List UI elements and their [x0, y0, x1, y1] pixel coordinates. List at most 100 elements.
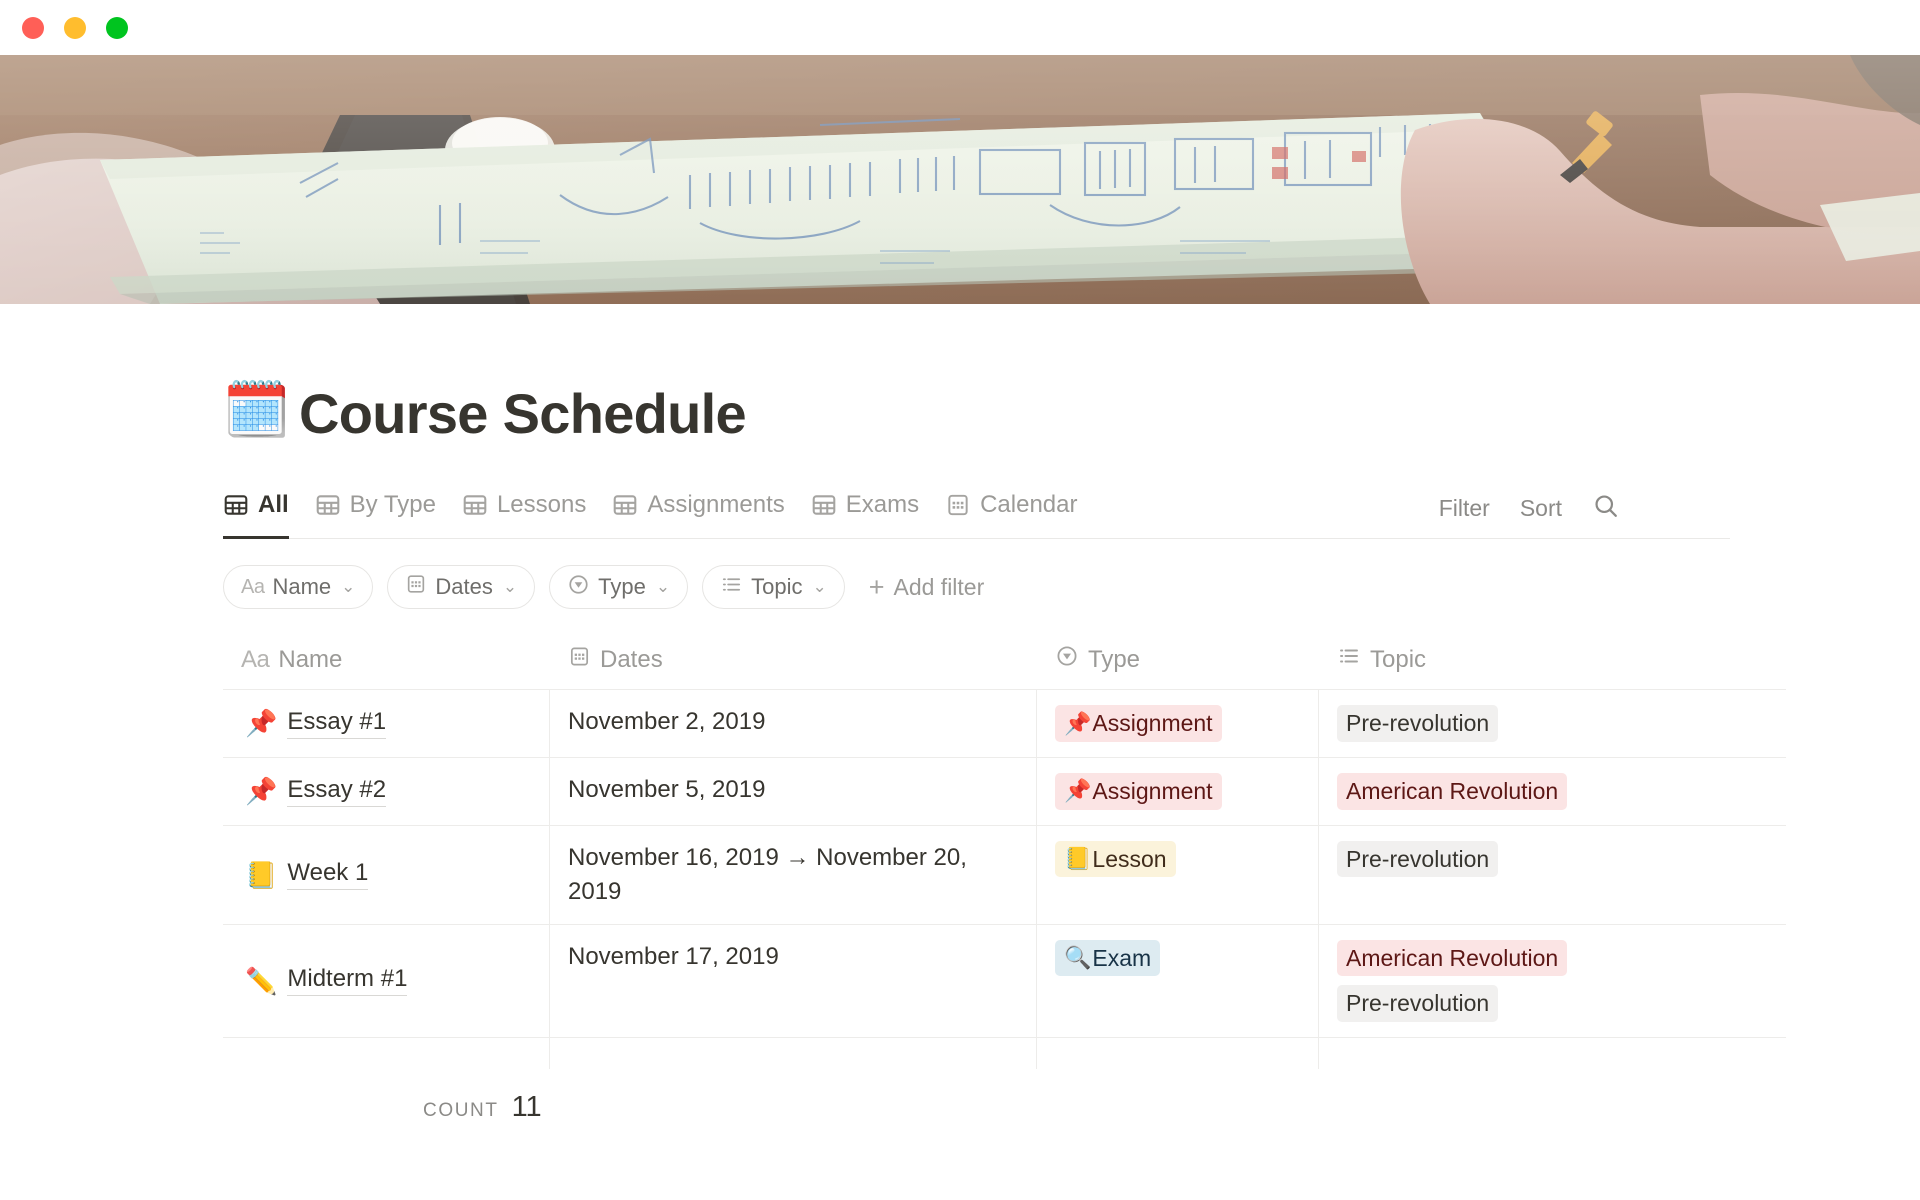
row-title-link[interactable]: Midterm #1: [287, 965, 408, 997]
cover-illustration: [0, 55, 1920, 304]
table-row[interactable]: 📌 Essay #1 November 2, 2019 📌 Assignment…: [223, 689, 1786, 757]
filter-chip-label: Type: [598, 574, 646, 599]
topic-tag: Pre-revolution: [1337, 840, 1499, 878]
tab-label: Lessons: [496, 490, 587, 518]
pushpin-emoji: 📌: [245, 708, 278, 739]
notebook-emoji: 📒: [1064, 846, 1092, 872]
spiral-calendar-emoji: 🗓️: [223, 380, 291, 440]
tab-assignments[interactable]: Assignments: [599, 483, 797, 538]
cell-type[interactable]: 📒 Lesson: [1037, 825, 1319, 924]
add-filter-label: Add filter: [893, 573, 985, 600]
type-tag: 📌 Assignment: [1055, 705, 1222, 742]
filter-chips: Aa Name ⌄ Dates ⌄ Type ⌄ Topic ⌄ + Add f…: [223, 565, 1730, 609]
date-value: November 17, 2019: [568, 942, 779, 970]
type-tag-label: Assignment: [1092, 710, 1213, 736]
cell-dates[interactable]: November 16, 2019 → November 20, 2019: [550, 825, 1037, 924]
page-body: 🗓️ Course Schedule All By Type Lessons A…: [0, 304, 1920, 1125]
row-title-link[interactable]: Essay #1: [287, 708, 387, 739]
topic-tag: Pre-revolution: [1337, 705, 1499, 742]
cell-topic[interactable]: Pre-revolution: [1319, 826, 1786, 924]
type-tag: 🔍 Exam: [1055, 939, 1161, 977]
close-window-button[interactable]: [22, 16, 44, 39]
table-icon: [315, 492, 341, 518]
cell-name[interactable]: 📌 Essay #2: [223, 757, 550, 825]
tab-all[interactable]: All: [223, 483, 302, 539]
calendar-icon: [405, 573, 427, 601]
cell-topic[interactable]: American Revolution Pre-revolution: [1319, 925, 1786, 1038]
filter-chip-label: Topic: [751, 574, 803, 599]
filter-chip-name[interactable]: Aa Name ⌄: [223, 565, 374, 609]
tab-label: Assignments: [647, 490, 785, 518]
database-table: Aa Name Dates Type Topic 📌 Essay #1 Nove…: [223, 636, 1786, 1070]
row-title-link[interactable]: Week 1: [287, 859, 369, 891]
traffic-lights: [22, 16, 128, 39]
cell-name[interactable]: 📌 Essay #1: [223, 690, 550, 757]
plus-icon: +: [868, 571, 885, 602]
type-tag-label: Exam: [1092, 944, 1152, 971]
cell-name[interactable]: ✏️ Midterm #1: [223, 924, 550, 1038]
page-header: 🗓️ Course Schedule: [223, 304, 1730, 445]
pushpin-emoji: 📌: [1064, 710, 1092, 736]
cell-type[interactable]: [1037, 1038, 1319, 1070]
row-title-link[interactable]: Essay #2: [287, 776, 387, 807]
column-header-label: Topic: [1370, 645, 1427, 673]
cell-type[interactable]: 🔍 Exam: [1037, 924, 1319, 1038]
tab-calendar[interactable]: Calendar: [932, 483, 1090, 538]
filter-chip-label: Name: [272, 574, 332, 599]
tab-label: Exams: [845, 490, 920, 518]
aa-text-icon: Aa: [241, 645, 270, 673]
cell-topic[interactable]: American Revolution: [1319, 758, 1786, 825]
view-tabs: All By Type Lessons Assignments Exams Ca…: [223, 483, 1091, 539]
column-header-type[interactable]: Type: [1037, 636, 1319, 689]
topic-tag: American Revolution: [1337, 772, 1568, 810]
magnifier-emoji: 🔍: [1064, 945, 1092, 971]
table-row[interactable]: ✏️ Midterm #1 November 17, 2019 🔍 Exam A…: [223, 923, 1786, 1038]
filter-chip-topic[interactable]: Topic ⌄: [702, 565, 845, 609]
topic-tag: Pre-revolution: [1337, 985, 1499, 1023]
column-header-label: Name: [278, 645, 343, 673]
column-header-topic[interactable]: Topic: [1319, 636, 1786, 689]
table-header-row: Aa Name Dates Type Topic: [223, 636, 1786, 689]
cell-dates[interactable]: November 2, 2019: [550, 690, 1037, 757]
minimize-window-button[interactable]: [64, 16, 86, 39]
type-tag-label: Lesson: [1092, 845, 1167, 872]
sort-button[interactable]: Sort: [1520, 495, 1562, 522]
add-filter-button[interactable]: + Add filter: [868, 571, 985, 602]
date-value: November 2, 2019: [568, 708, 766, 735]
column-header-dates[interactable]: Dates: [550, 636, 1037, 689]
table-icon: [462, 492, 488, 518]
table-row[interactable]: 📌 Essay #2 November 5, 2019 📌 Assignment…: [223, 756, 1786, 825]
chevron-down-icon: ⌄: [502, 577, 518, 596]
cell-topic[interactable]: [1319, 1038, 1786, 1069]
date-value: November 5, 2019: [568, 775, 766, 803]
cell-name[interactable]: 📒 Week 1: [223, 825, 550, 924]
cell-dates[interactable]: [550, 1038, 1037, 1070]
filter-button[interactable]: Filter: [1439, 495, 1490, 522]
multiselect-icon: [1337, 644, 1361, 675]
table-row[interactable]: 📒 Week 1 November 16, 2019 → November 20…: [223, 824, 1786, 924]
window-titlebar: [0, 0, 1920, 55]
cell-type[interactable]: 📌 Assignment: [1037, 690, 1319, 757]
tab-by-type[interactable]: By Type: [302, 483, 449, 538]
tab-lessons[interactable]: Lessons: [449, 483, 599, 538]
aa-text-icon: Aa: [241, 575, 265, 598]
filter-chip-dates[interactable]: Dates ⌄: [387, 565, 536, 609]
maximize-window-button[interactable]: [106, 16, 128, 39]
cell-type[interactable]: 📌 Assignment: [1037, 757, 1319, 825]
tab-exams[interactable]: Exams: [798, 483, 932, 538]
date-value: November 16, 2019 → November 20, 2019: [568, 843, 967, 905]
cell-topic[interactable]: Pre-revolution: [1319, 690, 1786, 757]
table-row-partial[interactable]: [223, 1037, 1786, 1070]
column-header-name[interactable]: Aa Name: [223, 636, 550, 689]
page-title: Course Schedule: [299, 382, 747, 446]
filter-chip-type[interactable]: Type ⌄: [549, 565, 689, 609]
pencil-emoji: ✏️: [245, 965, 278, 996]
topic-tag: American Revolution: [1337, 939, 1568, 977]
cell-name[interactable]: [223, 1038, 550, 1070]
type-tag: 📌 Assignment: [1055, 772, 1222, 810]
chevron-down-icon: ⌄: [655, 577, 671, 596]
cell-dates[interactable]: November 17, 2019: [550, 924, 1037, 1038]
search-icon[interactable]: [1592, 492, 1620, 525]
cell-dates[interactable]: November 5, 2019: [550, 757, 1037, 825]
select-icon: [1055, 644, 1079, 675]
